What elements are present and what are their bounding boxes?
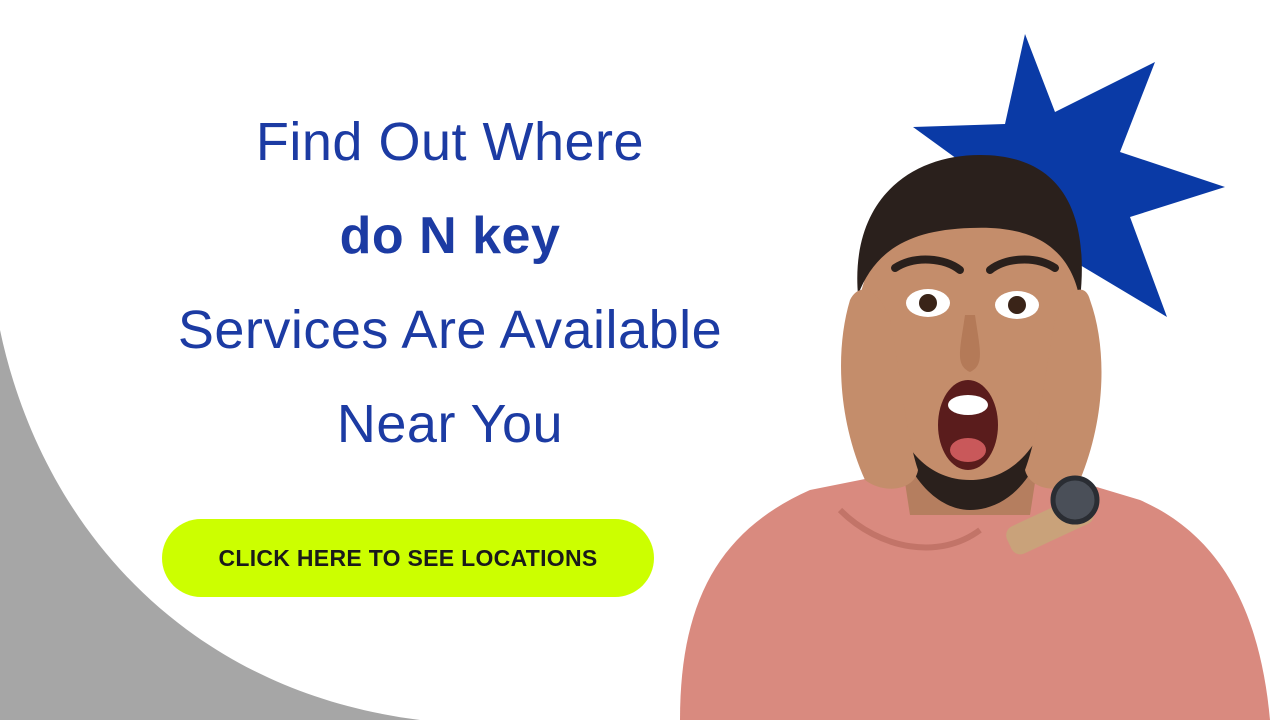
surprised-man-photo: [680, 155, 1270, 720]
see-locations-button[interactable]: CLICK HERE TO SEE LOCATIONS: [162, 519, 654, 597]
